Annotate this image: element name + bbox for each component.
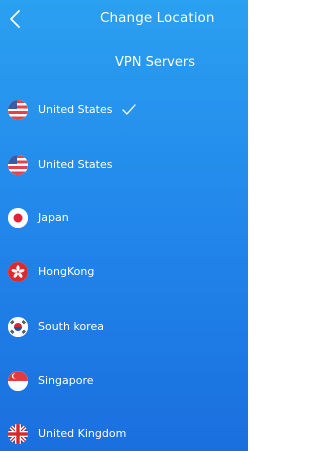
server-item-united-kingdom[interactable]: United Kingdom (0, 414, 248, 451)
server-name: Singapore (38, 374, 94, 387)
server-item-south-korea[interactable]: South korea (0, 307, 248, 347)
server-item-united-states-1[interactable]: United States (0, 90, 248, 130)
server-name: United States (38, 158, 113, 171)
back-button[interactable] (5, 6, 25, 32)
server-item-japan[interactable]: Japan (0, 198, 248, 238)
server-name: HongKong (38, 265, 95, 278)
kr-flag-icon (8, 317, 28, 337)
us-flag-icon (8, 155, 28, 175)
server-item-united-states-2[interactable]: United States (0, 145, 248, 185)
sg-flag-icon (8, 371, 28, 391)
checkmark-icon (121, 103, 137, 117)
server-item-singapore[interactable]: Singapore (0, 361, 248, 401)
server-name: United Kingdom (38, 427, 127, 440)
page-title: Change Location (100, 10, 215, 26)
server-name: United States (38, 103, 113, 116)
change-location-screen: Change Location VPN Servers United State… (0, 0, 248, 451)
jp-flag-icon (8, 208, 28, 228)
hk-flag-icon (8, 262, 28, 282)
us-flag-icon (8, 100, 28, 120)
server-item-hongkong[interactable]: HongKong (0, 252, 248, 292)
server-name: Japan (38, 211, 69, 224)
server-name: South korea (38, 320, 104, 333)
section-title: VPN Servers (115, 55, 195, 70)
gb-flag-icon (8, 424, 28, 444)
chevron-left-icon (10, 10, 20, 28)
